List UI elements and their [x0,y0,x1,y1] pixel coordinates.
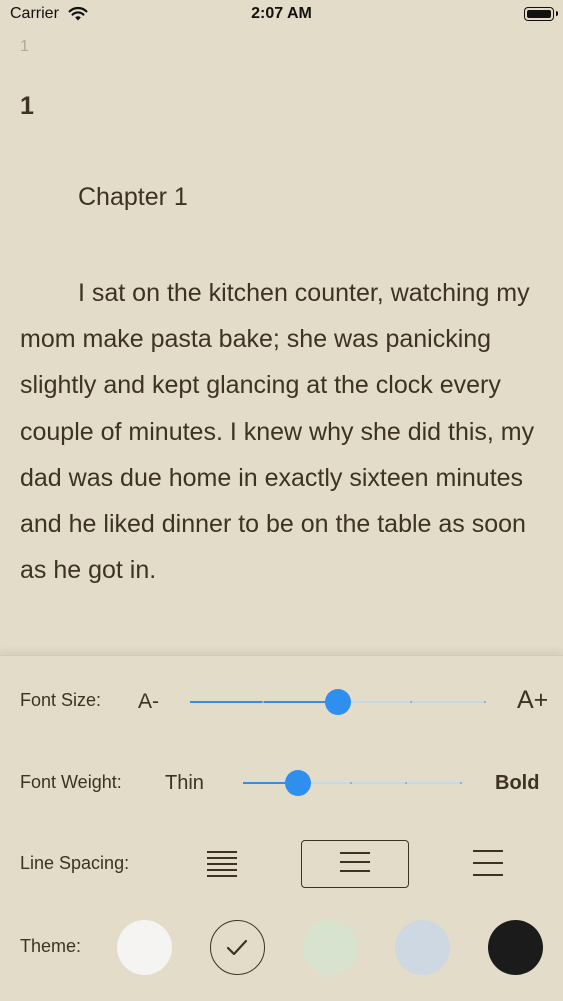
chapter-paragraph: I sat on the kitchen counter, watching m… [20,279,535,585]
font-size-slider-tick [484,701,486,703]
font-size-slider-fill [190,701,338,703]
theme-white-option[interactable] [117,920,172,975]
font-weight-slider-thumb[interactable] [285,770,311,796]
status-bar: Carrier 2:07 AM [0,0,563,30]
font-size-slider-thumb[interactable] [325,689,351,715]
chapter-title: Chapter 1 [78,183,188,211]
font-weight-slider-tick [350,782,352,784]
line-spacing-compact-button[interactable] [196,840,248,888]
theme-label: Theme: [20,936,82,956]
chapter-number: 1 [20,92,34,120]
line-spacing-wide-icon [473,850,503,876]
line-spacing-label: Line Spacing: [20,853,130,873]
battery-icon [524,7,558,21]
theme-green-option[interactable] [303,920,358,975]
theme-sepia-option[interactable] [210,920,265,975]
page-number: 1 [20,38,29,55]
increase-font-button[interactable]: A+ [517,686,548,715]
font-size-slider-tick [410,701,412,703]
decrease-font-button[interactable]: A- [138,690,159,714]
line-spacing-normal-icon [340,852,370,872]
font-weight-thin-label: Thin [165,772,204,794]
reader-settings-panel: Font Size: A- A+ Font Weight: Thin Bold … [0,655,563,1001]
font-weight-slider-tick [460,782,462,784]
theme-blue-option[interactable] [395,920,450,975]
line-spacing-normal-button[interactable] [301,840,409,888]
font-size-slider-tick [262,701,264,703]
clock: 2:07 AM [251,5,312,22]
theme-black-option[interactable] [488,920,543,975]
font-weight-slider-tick [405,782,407,784]
line-spacing-compact-icon [207,851,237,877]
font-weight-label: Font Weight: [20,772,122,792]
font-weight-bold-label: Bold [495,772,540,794]
line-spacing-wide-button[interactable] [462,840,514,888]
checkmark-icon [226,939,248,956]
font-size-label: Font Size: [20,690,102,710]
